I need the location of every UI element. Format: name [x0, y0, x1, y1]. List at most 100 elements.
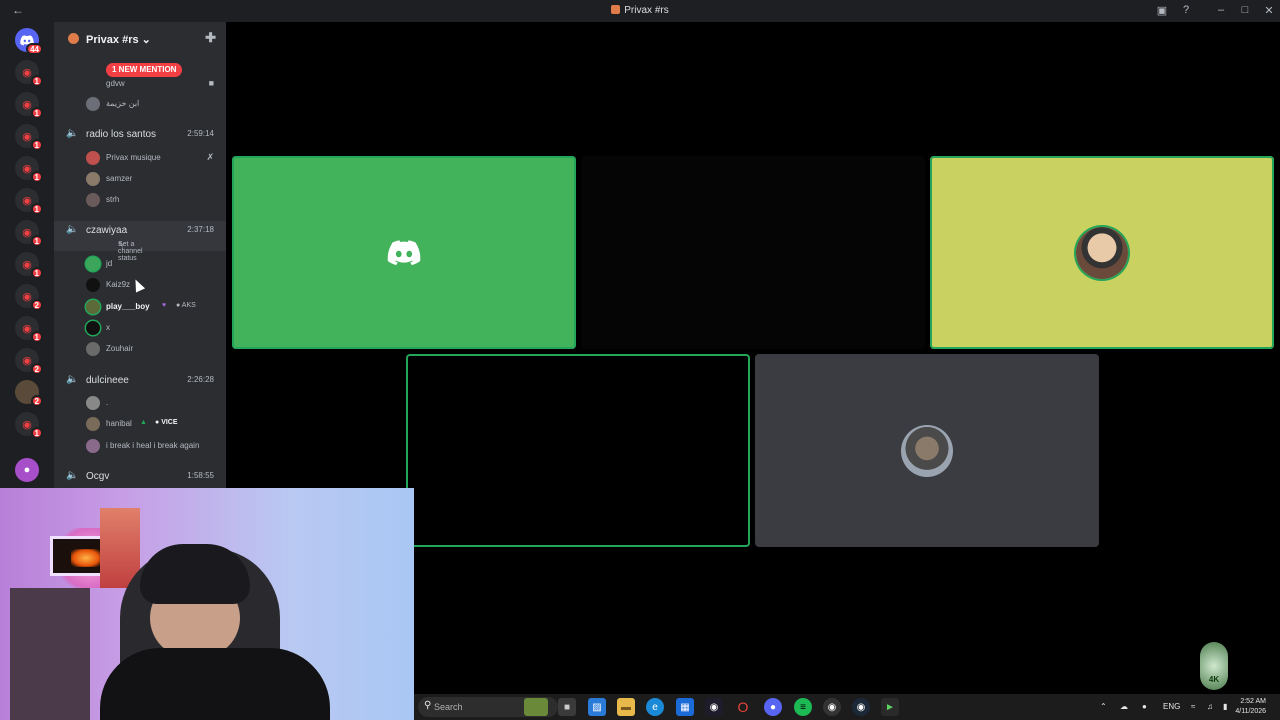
server-icon: [611, 5, 621, 14]
server-badge: 2: [30, 299, 43, 311]
inbox-icon[interactable]: ▣: [1155, 4, 1169, 17]
opera-icon[interactable]: O: [734, 698, 752, 716]
voice-user[interactable]: i break i heal i break again: [54, 436, 226, 456]
server-icon-12[interactable]: ◉ 1: [15, 412, 43, 439]
server-icon-5[interactable]: ◉ 1: [15, 188, 43, 215]
help-icon[interactable]: ?: [1179, 4, 1193, 16]
close-button[interactable]: ✕: [1262, 4, 1276, 17]
spotify-icon[interactable]: ≡: [794, 698, 812, 716]
widgets-icon[interactable]: [524, 698, 548, 716]
voice-user[interactable]: hanibal ▲ ● VICE: [54, 414, 226, 434]
search-icon: ⚲: [424, 700, 432, 711]
server-icon-2[interactable]: ◉ 1: [15, 92, 43, 119]
user-name: play___boy: [106, 302, 150, 311]
voice-user[interactable]: .: [54, 393, 226, 413]
server-icon-3[interactable]: ◉ 1: [15, 124, 43, 151]
channel-timer: 2:37:18: [187, 225, 214, 234]
server-icon-1[interactable]: ◉ 1: [15, 60, 43, 87]
user-name: samzer: [106, 174, 133, 183]
user-name: strh: [106, 195, 120, 204]
user-avatar: [86, 439, 100, 453]
home-button[interactable]: 44: [15, 28, 43, 55]
server-icon-11[interactable]: 2: [15, 380, 43, 407]
battery-icon[interactable]: ▮: [1223, 702, 1227, 711]
channel-name: dulcineee: [86, 375, 129, 386]
voice-user[interactable]: gdvw ■: [54, 74, 226, 94]
user-name: gdvw: [106, 79, 125, 88]
voice-user[interactable]: play___boy ♥ ● AKS: [54, 297, 226, 317]
participant-tile[interactable]: [406, 354, 750, 547]
obs-icon[interactable]: ◉: [705, 698, 723, 716]
guild-tag: ● AKS: [176, 302, 196, 309]
steam-icon[interactable]: ◉: [852, 698, 870, 716]
system-clock[interactable]: 2:52 AM 4/11/2026: [1235, 697, 1266, 717]
server-icon-4[interactable]: ◉ 1: [15, 156, 43, 183]
voice-channel-czawiyaa[interactable]: 🔈 czawiyaa 2:37:18: [54, 221, 226, 239]
maximize-button[interactable]: □: [1238, 4, 1252, 16]
server-badge: 2: [30, 395, 43, 407]
user-name: hanibal: [106, 419, 132, 428]
voice-user[interactable]: Privax musique ✗: [54, 148, 226, 168]
voice-user[interactable]: ابن خزيمة: [54, 94, 226, 114]
voice-user[interactable]: strh: [54, 190, 226, 210]
calculator-icon[interactable]: ▦: [676, 698, 694, 716]
new-mention-pill[interactable]: 1 NEW MENTION: [106, 63, 183, 77]
minimize-button[interactable]: –: [1214, 4, 1228, 16]
profile-icon[interactable]: ●: [15, 458, 39, 482]
user-avatar: [86, 278, 100, 292]
search-placeholder: Search: [434, 702, 463, 712]
volume-icon[interactable]: ♫: [1207, 702, 1213, 711]
voice-user[interactable]: samzer: [54, 169, 226, 189]
voice-user[interactable]: jd: [54, 254, 226, 274]
server-header[interactable]: Privax #rs ⌄ ✚: [54, 22, 226, 56]
participant-tile[interactable]: [232, 156, 576, 349]
task-view-icon[interactable]: ■: [558, 698, 576, 716]
participant-tile[interactable]: [930, 156, 1274, 349]
discord-taskbar-icon[interactable]: ●: [764, 698, 782, 716]
speaker-icon: 🔈: [66, 224, 79, 235]
user-name: .: [106, 398, 109, 407]
user-avatar: [86, 257, 100, 271]
channel-watermark: 4K: [1200, 642, 1228, 690]
server-badge: 1: [30, 75, 43, 87]
server-badge: 1: [30, 427, 43, 439]
user-name: jd: [106, 259, 113, 268]
server-icon-9[interactable]: ◉ 1: [15, 316, 43, 343]
heart-icon: ♥: [162, 302, 167, 309]
user-avatar: [86, 417, 100, 431]
mic-icon[interactable]: ●: [1142, 702, 1147, 711]
voice-user[interactable]: Zouhair: [54, 339, 226, 359]
chevron-up-icon[interactable]: ⌃: [1100, 702, 1107, 711]
pencil-icon: ✎: [118, 242, 124, 249]
add-member-icon[interactable]: ✚: [205, 30, 216, 46]
edge-icon[interactable]: e: [646, 698, 664, 716]
voice-channel-ocgv[interactable]: 🔈 Ocgv 1:58:55: [54, 467, 226, 485]
channel-status[interactable]: Set a channel status ✎: [54, 239, 226, 262]
voice-user[interactable]: x: [54, 318, 226, 338]
voice-channel-radio-los-santos[interactable]: 🔈 radio los santos 2:59:14: [54, 125, 226, 143]
clock-time: 2:52 AM: [1240, 698, 1266, 705]
chevron-down-icon: ⌄: [141, 34, 151, 46]
user-name: i break i heal i break again: [106, 441, 200, 450]
clock-date: 4/11/2026: [1235, 708, 1266, 715]
participant-tile[interactable]: [755, 354, 1099, 547]
language-indicator[interactable]: ENG: [1163, 702, 1180, 711]
server-name: Privax #rs ⌄: [86, 34, 151, 46]
home-badge: 44: [26, 43, 43, 55]
discord-icon: [387, 239, 421, 265]
app-icon[interactable]: ◉: [823, 698, 841, 716]
network-status-icon[interactable]: ☁: [1120, 702, 1128, 711]
participant-tile[interactable]: [581, 156, 925, 349]
store-icon[interactable]: ▨: [588, 698, 606, 716]
user-avatar: [86, 321, 100, 335]
folder-icon[interactable]: ▬: [617, 698, 635, 716]
server-icon-6[interactable]: ◉ 1: [15, 220, 43, 247]
terminal-icon[interactable]: ►: [881, 698, 899, 716]
server-icon-10[interactable]: ◉ 2: [15, 348, 43, 375]
voice-channel-dulcineee[interactable]: 🔈 dulcineee 2:26:28: [54, 371, 226, 389]
server-icon-7[interactable]: ◉ 1: [15, 252, 43, 279]
user-avatar: [86, 300, 100, 314]
wifi-icon[interactable]: ≈: [1191, 702, 1195, 711]
server-icon-8[interactable]: ◉ 2: [15, 284, 43, 311]
speaker-icon: 🔈: [66, 374, 79, 385]
